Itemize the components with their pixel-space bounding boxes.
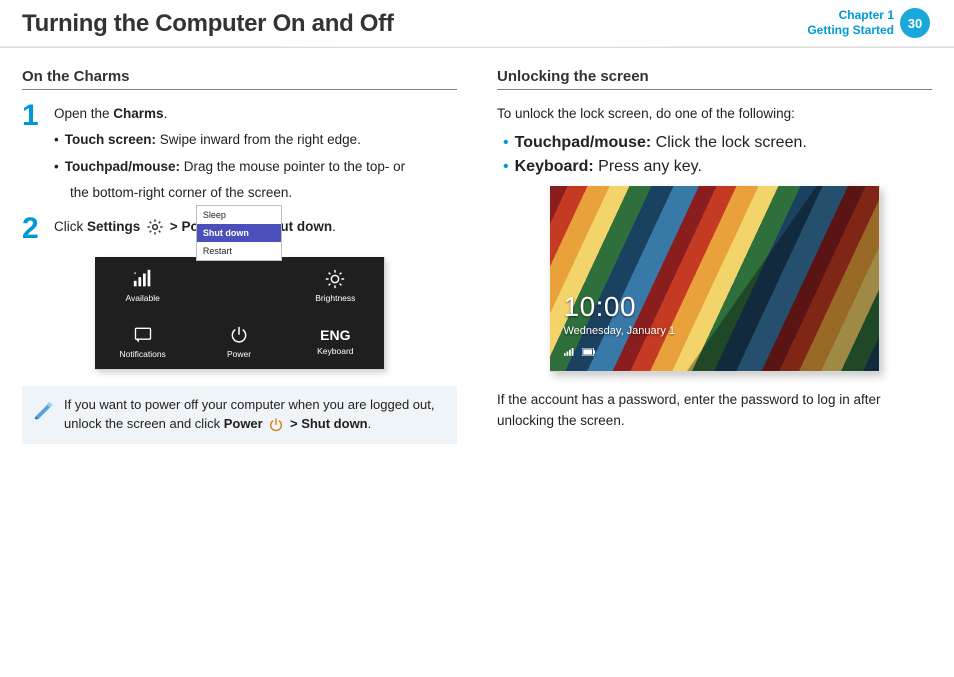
panel-notifications-label: Notifications [120,349,166,359]
lock-status-icons [564,343,676,361]
panel-keyboard-label: Keyboard [317,346,353,356]
left-column: On the Charms 1 Open the Charms. • Touch… [22,68,463,444]
panel-power[interactable]: Power [191,313,287,369]
lock-screen[interactable]: 10:00 Wednesday, January 1 [550,186,880,372]
brightness-icon [324,268,346,290]
chapter-line-1: Chapter 1 [807,8,894,23]
note-icon [32,398,54,426]
chapter-line-2: Getting Started [807,23,894,38]
gear-icon [146,218,164,236]
unlock-intro: To unlock the lock screen, do one of the… [497,104,932,124]
battery-icon [582,343,596,361]
chapter-block: Chapter 1 Getting Started [807,8,894,38]
step-number-1: 1 [22,102,42,203]
signal-icon [564,343,576,361]
power-menu: Sleep Shut down Restart [196,205,282,261]
right-column: Unlocking the screen To unlock the lock … [491,68,932,444]
section-title-charms: On the Charms [22,68,457,90]
lock-overlay: 10:00 Wednesday, January 1 [564,291,676,361]
bullet-touchpad-mouse: • Touchpad/mouse: Click the lock screen. [503,134,932,152]
power-icon [228,324,250,346]
bullet-touchscreen: • Touch screen: Swipe inward from the ri… [54,130,405,150]
lock-time: 10:00 [564,291,676,323]
page-header: Turning the Computer On and Off Chapter … [0,0,954,46]
step-number-2: 2 [22,215,42,243]
panel-available[interactable]: * Available [95,257,191,313]
panel-eng-text: ENG [320,327,350,343]
section-title-unlocking: Unlocking the screen [497,68,932,90]
power-menu-restart[interactable]: Restart [197,242,281,260]
step-1-body: Open the Charms. • Touch screen: Swipe i… [54,104,405,203]
page-number-badge: 30 [900,8,930,38]
panel-brightness-label: Brightness [315,293,355,303]
power-menu-shutdown[interactable]: Shut down [197,224,281,242]
panel-power-menu-anchor: Sleep Shut down Restart [191,257,287,313]
header-meta: Chapter 1 Getting Started 30 [807,8,930,38]
svg-text:*: * [133,271,136,278]
step-1: 1 Open the Charms. • Touch screen: Swipe… [22,104,457,203]
panel-keyboard[interactable]: ENG Keyboard [287,313,383,369]
lock-date: Wednesday, January 1 [564,325,676,337]
power-icon [268,417,284,433]
wifi-bars-icon: * [132,268,154,290]
settings-panel: * Available Sleep Shut down Restart [95,257,385,370]
bullet-touchpad-cont: the bottom-right corner of the screen. [54,183,405,203]
content-area: On the Charms 1 Open the Charms. • Touch… [0,48,954,444]
lock-screen-figure: 10:00 Wednesday, January 1 [497,186,932,372]
bullet-keyboard: • Keyboard: Press any key. [503,158,932,176]
panel-brightness[interactable]: Brightness [287,257,383,313]
panel-available-label: Available [125,293,159,303]
unlock-bullets: • Touchpad/mouse: Click the lock screen.… [497,134,932,176]
settings-panel-figure: * Available Sleep Shut down Restart [22,257,457,370]
callout-text: If you want to power off your computer w… [64,396,445,434]
unlock-after-text: If the account has a password, enter the… [497,390,932,431]
page-title: Turning the Computer On and Off [22,10,394,38]
panel-power-label: Power [227,349,251,359]
power-menu-sleep[interactable]: Sleep [197,206,281,224]
bullet-touchpad: • Touchpad/mouse: Drag the mouse pointer… [54,157,405,177]
info-callout: If you want to power off your computer w… [22,386,457,444]
step-1-text: Open the Charms. [54,104,405,124]
step-1-bullets: • Touch screen: Swipe inward from the ri… [54,130,405,203]
panel-notifications[interactable]: Notifications [95,313,191,369]
notifications-icon [132,324,154,346]
